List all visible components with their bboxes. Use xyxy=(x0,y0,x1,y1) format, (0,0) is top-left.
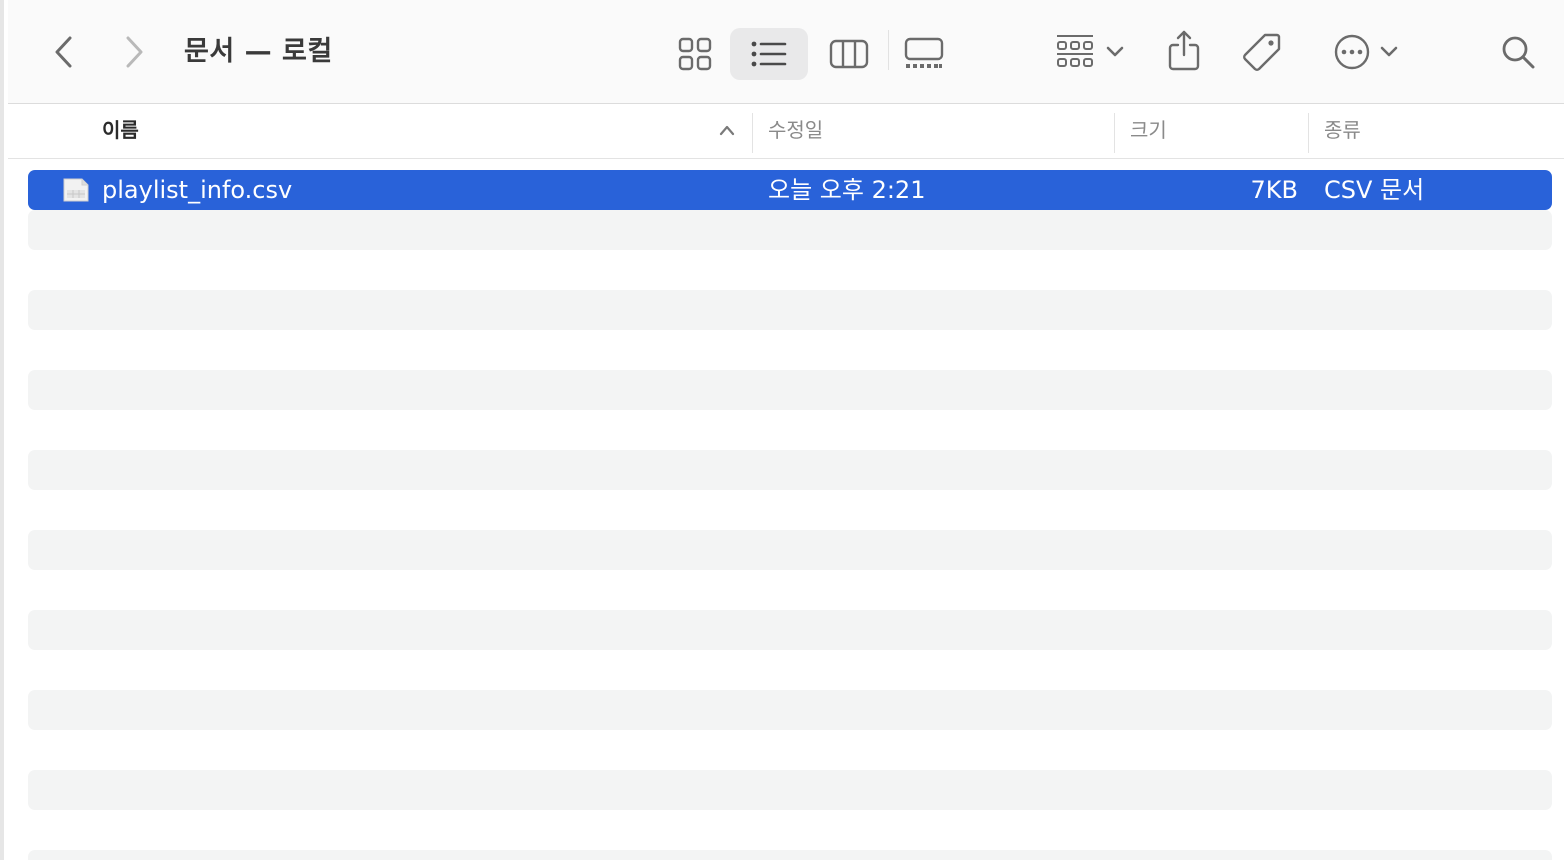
column-view-icon xyxy=(829,39,869,69)
empty-row xyxy=(28,370,1552,410)
finder-window: 문서 — 로컬 이름 수정일 크기 종류 playlist_info.csv 오… xyxy=(0,0,1564,860)
ellipsis-circle-icon xyxy=(1334,34,1370,70)
column-view-button[interactable] xyxy=(821,28,877,80)
column-header-modified[interactable]: 수정일 xyxy=(768,105,823,159)
column-header: 이름 수정일 크기 종류 xyxy=(8,105,1564,159)
column-header-kind[interactable]: 종류 xyxy=(1324,105,1361,159)
file-kind: CSV 문서 xyxy=(1324,176,1425,204)
grid-view-icon xyxy=(678,37,712,71)
list-view-button[interactable] xyxy=(730,28,808,80)
chevron-down-icon xyxy=(1380,46,1398,57)
empty-row xyxy=(28,850,1552,860)
empty-row xyxy=(28,210,1552,250)
file-name: playlist_info.csv xyxy=(102,176,293,204)
empty-row xyxy=(28,690,1552,730)
search-button[interactable] xyxy=(1496,30,1540,74)
document-icon xyxy=(63,178,89,202)
empty-row xyxy=(28,290,1552,330)
search-icon xyxy=(1502,36,1535,69)
chevron-right-icon xyxy=(126,36,143,68)
tag-button[interactable] xyxy=(1238,28,1286,76)
list-view-icon xyxy=(751,41,787,67)
chevron-left-icon xyxy=(55,36,72,68)
share-button[interactable] xyxy=(1162,26,1206,74)
gallery-view-button[interactable] xyxy=(896,28,952,80)
empty-row xyxy=(28,530,1552,570)
empty-row xyxy=(28,450,1552,490)
file-row[interactable]: playlist_info.csv 오늘 오후 2:21 7KB CSV 문서 xyxy=(28,170,1552,210)
toolbar-divider xyxy=(888,30,889,70)
file-size: 7KB xyxy=(1250,176,1298,204)
forward-button[interactable] xyxy=(116,30,152,74)
back-button[interactable] xyxy=(46,30,82,74)
group-by-icon xyxy=(1057,35,1093,67)
column-header-name[interactable]: 이름 xyxy=(102,105,139,159)
column-separator[interactable] xyxy=(1114,113,1115,153)
empty-row xyxy=(28,610,1552,650)
share-icon xyxy=(1168,30,1200,71)
more-actions-button[interactable] xyxy=(1326,30,1406,74)
gallery-view-icon xyxy=(904,37,944,68)
toolbar: 문서 — 로컬 xyxy=(8,0,1564,104)
window-title: 문서 — 로컬 xyxy=(184,36,333,67)
tag-icon xyxy=(1243,33,1281,71)
file-modified: 오늘 오후 2:21 xyxy=(768,176,926,204)
empty-row xyxy=(28,770,1552,810)
chevron-down-icon xyxy=(1106,46,1124,57)
group-by-button[interactable] xyxy=(1048,30,1132,74)
column-separator[interactable] xyxy=(1308,113,1309,153)
sort-ascending-icon[interactable] xyxy=(718,123,736,137)
icon-view-button[interactable] xyxy=(667,28,723,80)
column-separator[interactable] xyxy=(752,113,753,153)
column-header-size[interactable]: 크기 xyxy=(1130,105,1167,159)
